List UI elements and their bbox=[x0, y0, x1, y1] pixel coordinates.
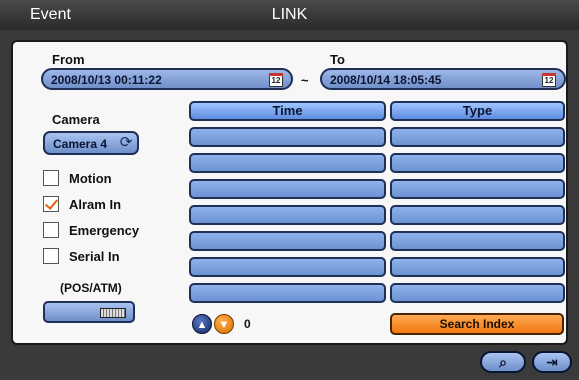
alarm-in-label: Alram In bbox=[69, 197, 122, 212]
from-datetime-field[interactable]: 2008/10/13 00:11:22 12 bbox=[41, 68, 293, 90]
chevron-down-icon[interactable]: ▼ bbox=[214, 314, 234, 334]
table-cell-time[interactable] bbox=[189, 257, 386, 277]
table-cell-time[interactable] bbox=[189, 153, 386, 173]
search-icon[interactable]: ⌕ bbox=[480, 351, 526, 373]
refresh-icon[interactable]: ⟳ bbox=[117, 134, 135, 152]
chevron-up-icon[interactable]: ▲ bbox=[192, 314, 212, 334]
camera-label: Camera bbox=[52, 112, 100, 127]
table-cell-time[interactable] bbox=[189, 205, 386, 225]
table-cell-type[interactable] bbox=[390, 179, 565, 199]
calendar-icon[interactable]: 12 bbox=[542, 73, 556, 87]
motion-label: Motion bbox=[69, 171, 112, 186]
range-separator: ~ bbox=[301, 73, 309, 88]
table-cell-type[interactable] bbox=[390, 231, 565, 251]
from-datetime-value: 2008/10/13 00:11:22 bbox=[51, 73, 162, 87]
title-bar: Event LINK bbox=[0, 0, 579, 30]
from-label: From bbox=[52, 52, 85, 67]
table-cell-time[interactable] bbox=[189, 231, 386, 251]
serial-in-checkbox[interactable] bbox=[43, 248, 59, 264]
result-count: 0 bbox=[244, 317, 251, 331]
table-cell-type[interactable] bbox=[390, 153, 565, 173]
keyboard-icon bbox=[100, 308, 126, 318]
window-subtitle: LINK bbox=[271, 6, 308, 23]
event-link-window: Event LINK From 2008/10/13 00:11:22 12 ~… bbox=[0, 0, 579, 380]
calendar-icon[interactable]: 12 bbox=[269, 73, 283, 87]
table-cell-type[interactable] bbox=[390, 283, 565, 303]
exit-icon[interactable]: ⇥ bbox=[532, 351, 572, 373]
alarm-in-checkbox[interactable] bbox=[43, 196, 59, 212]
pos-atm-keyboard-button[interactable] bbox=[43, 301, 135, 323]
table-cell-type[interactable] bbox=[390, 127, 565, 147]
to-datetime-value: 2008/10/14 18:05:45 bbox=[330, 73, 442, 87]
table-header-type[interactable]: Type bbox=[390, 101, 565, 121]
motion-checkbox[interactable] bbox=[43, 170, 59, 186]
emergency-label: Emergency bbox=[69, 223, 140, 238]
table-header-time[interactable]: Time bbox=[189, 101, 386, 121]
table-cell-time[interactable] bbox=[189, 127, 386, 147]
pos-atm-label: (POS/ATM) bbox=[60, 281, 122, 295]
emergency-checkbox[interactable] bbox=[43, 222, 59, 238]
to-datetime-field[interactable]: 2008/10/14 18:05:45 12 bbox=[320, 68, 566, 90]
camera-selector[interactable]: Camera 4 ⟳ bbox=[43, 131, 139, 155]
table-cell-type[interactable] bbox=[390, 257, 565, 277]
table-cell-time[interactable] bbox=[189, 283, 386, 303]
search-index-button[interactable]: Search Index bbox=[390, 313, 564, 335]
to-label: To bbox=[330, 52, 345, 67]
table-cell-type[interactable] bbox=[390, 205, 565, 225]
serial-in-label: Serial In bbox=[69, 249, 120, 264]
table-cell-time[interactable] bbox=[189, 179, 386, 199]
camera-selected-value: Camera 4 bbox=[53, 137, 108, 151]
